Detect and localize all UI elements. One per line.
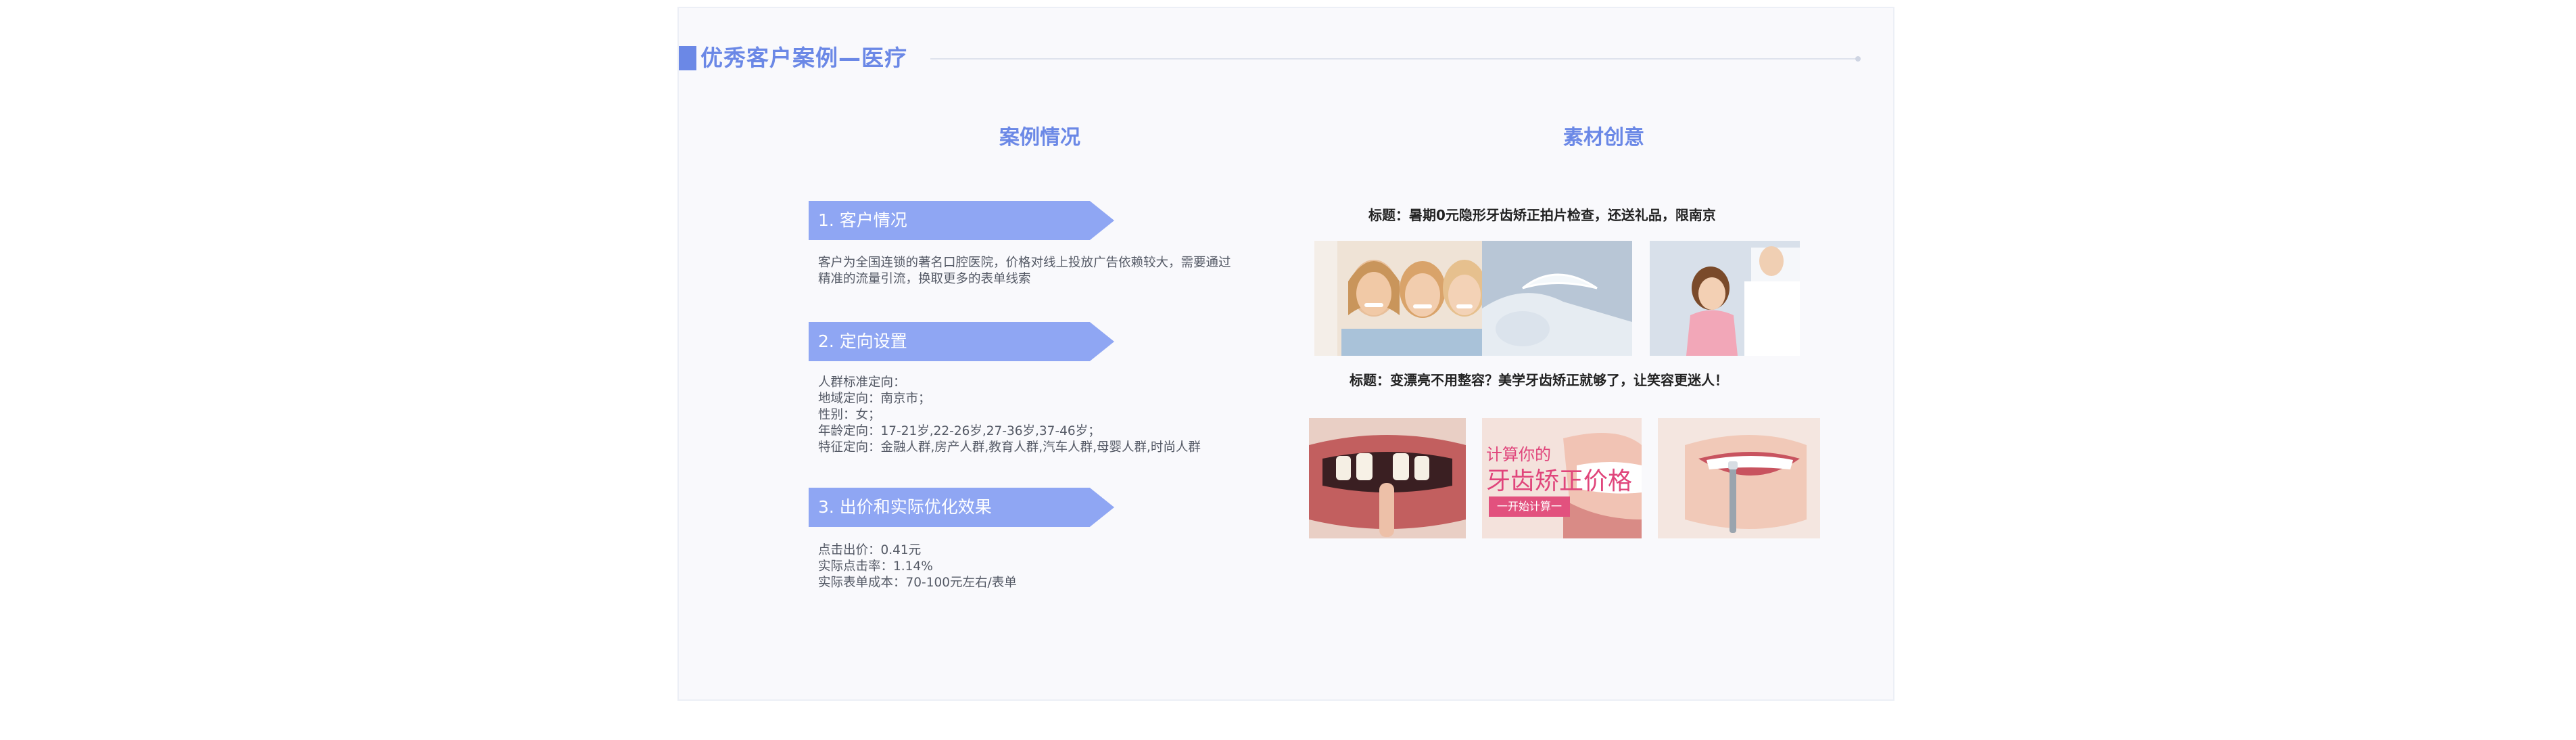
client-line: 客户为全国连锁的著名口腔医院，价格对线上投放广告依赖较大，需要通过: [818, 256, 1231, 270]
dentist-with-child-image: [1650, 241, 1800, 356]
title-divider: [930, 58, 1859, 60]
targeting-line: 人群标准定向：: [818, 375, 906, 390]
creative-heading: 素材创意: [1563, 126, 1644, 149]
aligner-in-hand-image: [1482, 241, 1632, 356]
client-description: 客户为全国连锁的著名口腔医院，价格对线上投放广告依赖较大，需要通过 精准的流量引…: [818, 255, 1278, 287]
gap-teeth-closeup-image: [1309, 418, 1466, 538]
smiling-women-image: [1314, 241, 1486, 356]
case-slide: 优秀客户案例—医疗 案例情况 素材创意 1. 客户情况 客户为全国连锁的著名口腔…: [677, 7, 1894, 701]
whitening-smile-image: [1658, 418, 1820, 538]
client-line: 精准的流量引流，换取更多的表单线索: [818, 272, 1031, 286]
title-accent-bar: [679, 46, 696, 70]
case-overview-heading: 案例情况: [999, 126, 1080, 149]
targeting-settings: 人群标准定向： 地域定向：南京市； 性别：女； 年龄定向：17-21岁,22-2…: [818, 375, 1201, 456]
targeting-line: 年龄定向：17-21岁,22-26岁,27-36岁,37-46岁；: [818, 424, 1101, 438]
bidding-line: 实际表单成本：70-100元左右/表单: [818, 576, 1017, 590]
bidding-line: 点击出价：0.41元: [818, 543, 922, 557]
section-banner-targeting: 2. 定向设置: [809, 322, 1114, 361]
bidding-line: 实际点击率：1.14%: [818, 559, 933, 574]
braces-price-promo-image: 计算你的 牙齿矫正价格 一开始计算一: [1482, 418, 1642, 538]
creative-caption-2: 标题：变漂亮不用整容？美学牙齿矫正就够了，让笑容更迷人！: [1350, 372, 1728, 388]
title-divider-dot: [1855, 56, 1861, 62]
promo-headline: 计算你的 牙齿矫正价格: [1486, 441, 1632, 495]
creative-caption-1: 标题：暑期0元隐形牙齿矫正拍片检查，还送礼品，限南京: [1368, 207, 1716, 223]
promo-line-2: 牙齿矫正价格: [1486, 467, 1633, 495]
promo-line-1: 计算你的: [1486, 445, 1551, 464]
targeting-line: 地域定向：南京市；: [818, 392, 931, 406]
bidding-results: 点击出价：0.41元 实际点击率：1.14% 实际表单成本：70-100元左右/…: [818, 542, 1017, 591]
section-banner-bidding: 3. 出价和实际优化效果: [809, 488, 1114, 527]
targeting-line: 特征定向：金融人群,房产人群,教育人群,汽车人群,母婴人群,时尚人群: [818, 440, 1201, 455]
targeting-line: 性别：女；: [818, 408, 881, 422]
page-title: 优秀客户案例—医疗: [700, 45, 907, 71]
section-banner-client: 1. 客户情况: [809, 201, 1114, 240]
promo-calc-button: 一开始计算一: [1489, 496, 1570, 517]
